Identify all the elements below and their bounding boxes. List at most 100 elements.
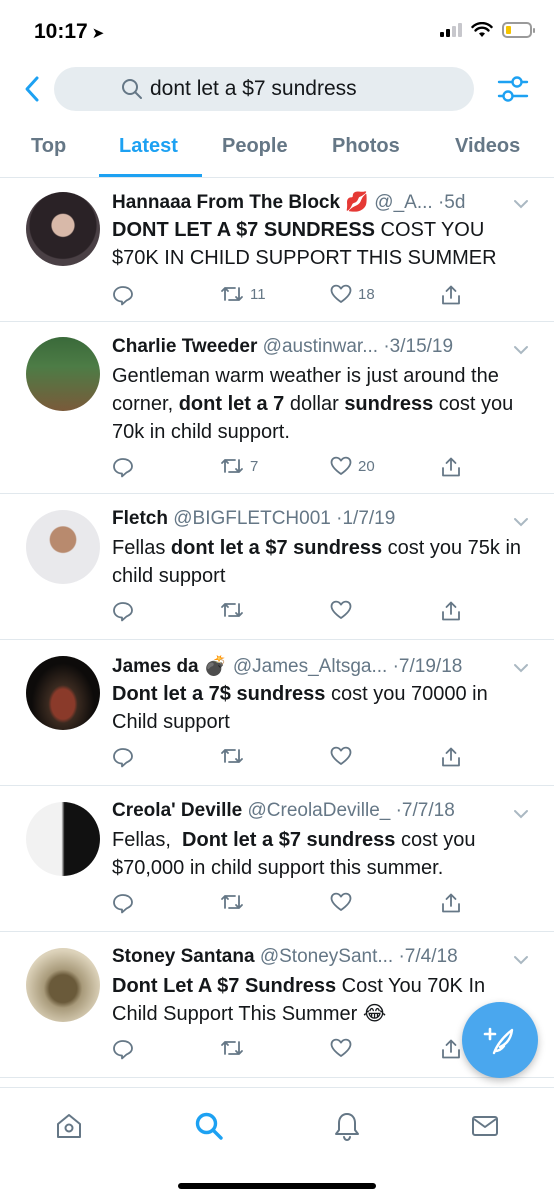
share-button[interactable] bbox=[440, 600, 462, 622]
retweet-button[interactable] bbox=[220, 1038, 250, 1058]
author-handle[interactable]: @BIGFLETCH001 bbox=[173, 508, 331, 529]
reply-icon bbox=[113, 286, 133, 306]
share-icon bbox=[442, 285, 460, 305]
chevron-down-icon[interactable] bbox=[512, 954, 530, 966]
tweet-text-highlight: sundress bbox=[344, 393, 434, 415]
home-indicator[interactable] bbox=[178, 1183, 376, 1189]
tweet[interactable]: Fletch @BIGFLETCH001 ·1/7/19 Fellas dont… bbox=[0, 494, 554, 640]
tab-people[interactable]: People bbox=[222, 135, 288, 158]
avatar[interactable] bbox=[26, 656, 100, 730]
share-button[interactable] bbox=[440, 746, 462, 768]
like-count: 18 bbox=[358, 285, 375, 303]
like-count: 20 bbox=[358, 457, 375, 475]
tab-photos[interactable]: Photos bbox=[332, 135, 400, 158]
share-icon bbox=[442, 893, 460, 913]
like-button[interactable] bbox=[330, 1038, 358, 1058]
tweet[interactable]: Creola' Deville @CreolaDeville_ ·7/7/18 … bbox=[0, 786, 554, 932]
tweet-header: Fletch @BIGFLETCH001 ·1/7/19 bbox=[112, 508, 494, 530]
tweet[interactable]: James da 💣 @James_Altsga... ·7/19/18 Don… bbox=[0, 640, 554, 786]
status-bar: 10:17 ➤ bbox=[0, 0, 554, 62]
status-indicators bbox=[440, 22, 535, 38]
share-button[interactable] bbox=[440, 284, 462, 306]
retweet-button[interactable]: 11 bbox=[220, 284, 266, 304]
notifications-icon bbox=[335, 1113, 359, 1142]
tweet-actions: 11 18 bbox=[110, 284, 470, 314]
tweet-header: Creola' Deville @CreolaDeville_ ·7/7/18 bbox=[112, 800, 494, 822]
reply-button[interactable] bbox=[112, 600, 134, 622]
compose-tweet-button[interactable] bbox=[462, 1002, 538, 1078]
tweet-date: ·7/4/18 bbox=[398, 946, 458, 967]
active-tab-indicator bbox=[99, 174, 202, 177]
tab-latest[interactable]: Latest bbox=[119, 135, 178, 158]
filter-button[interactable] bbox=[496, 72, 530, 106]
nav-home[interactable] bbox=[49, 1106, 89, 1146]
heart-icon bbox=[330, 284, 352, 303]
tweet-actions bbox=[110, 892, 470, 922]
tweet[interactable]: Charlie Tweeder @austinwar... ·3/15/19 G… bbox=[0, 322, 554, 494]
avatar[interactable] bbox=[26, 510, 100, 584]
author-name[interactable]: Stoney Santana bbox=[112, 946, 255, 967]
avatar[interactable] bbox=[26, 337, 100, 411]
retweet-button[interactable] bbox=[220, 600, 250, 620]
nav-notifications[interactable] bbox=[327, 1106, 367, 1146]
author-name[interactable]: Hannaaa From The Block bbox=[112, 192, 340, 213]
like-button[interactable] bbox=[330, 746, 358, 766]
author-handle[interactable]: @CreolaDeville_ bbox=[247, 800, 390, 821]
author-handle[interactable]: @James_Altsga... bbox=[233, 656, 387, 677]
tweet[interactable]: Hannaaa From The Block 💋 @_A... ·5d DONT… bbox=[0, 178, 554, 322]
chevron-down-icon[interactable] bbox=[512, 198, 530, 210]
author-handle[interactable]: @StoneySant... bbox=[260, 946, 393, 967]
retweet-button[interactable] bbox=[220, 892, 250, 912]
chevron-down-icon[interactable] bbox=[512, 808, 530, 820]
retweet-icon bbox=[221, 749, 243, 763]
reply-button[interactable] bbox=[112, 746, 134, 768]
avatar[interactable] bbox=[26, 802, 100, 876]
retweet-button[interactable]: 7 bbox=[220, 456, 258, 476]
reply-button[interactable] bbox=[112, 284, 134, 306]
like-button[interactable] bbox=[330, 892, 358, 912]
tab-videos[interactable]: Videos bbox=[455, 135, 520, 158]
chevron-down-icon[interactable] bbox=[512, 344, 530, 356]
back-button[interactable] bbox=[18, 72, 48, 106]
nav-search[interactable] bbox=[189, 1106, 229, 1146]
tweet-text-highlight: DONT LET A $7 SUNDRESS bbox=[112, 219, 375, 241]
author-name[interactable]: James da bbox=[112, 656, 199, 677]
reply-button[interactable] bbox=[112, 456, 134, 478]
name-emoji: 💋 bbox=[345, 192, 370, 213]
like-button[interactable]: 20 bbox=[330, 456, 375, 476]
tweet-date: ·7/7/18 bbox=[395, 800, 455, 821]
retweet-icon bbox=[221, 287, 243, 301]
tweet-date: ·1/7/19 bbox=[336, 508, 396, 529]
tweet-date: ·5d bbox=[437, 192, 466, 213]
author-handle[interactable]: @austinwar... bbox=[263, 336, 378, 357]
search-input[interactable]: dont let a $7 sundress bbox=[54, 67, 474, 111]
reply-button[interactable] bbox=[112, 1038, 134, 1060]
like-button[interactable]: 18 bbox=[330, 284, 375, 304]
share-icon bbox=[442, 457, 460, 477]
author-handle[interactable]: @_A... bbox=[374, 192, 432, 213]
share-button[interactable] bbox=[440, 456, 462, 478]
author-name[interactable]: Fletch bbox=[112, 508, 168, 529]
chevron-left-icon bbox=[25, 76, 39, 102]
tab-top[interactable]: Top bbox=[31, 135, 66, 158]
reply-icon bbox=[113, 602, 133, 622]
tweet-header: James da 💣 @James_Altsga... ·7/19/18 bbox=[112, 654, 494, 678]
avatar[interactable] bbox=[26, 948, 100, 1022]
heart-icon bbox=[330, 892, 352, 911]
avatar[interactable] bbox=[26, 192, 100, 266]
battery-icon bbox=[502, 22, 535, 38]
like-button[interactable] bbox=[330, 600, 358, 620]
nav-messages[interactable] bbox=[465, 1106, 505, 1146]
tweet-text: Dont let a 7$ sundress cost you 70000 in… bbox=[112, 680, 522, 736]
share-icon bbox=[442, 747, 460, 767]
reply-button[interactable] bbox=[112, 892, 134, 914]
chevron-down-icon[interactable] bbox=[512, 516, 530, 528]
retweet-button[interactable] bbox=[220, 746, 250, 766]
chevron-down-icon[interactable] bbox=[512, 662, 530, 674]
author-name[interactable]: Creola' Deville bbox=[112, 800, 242, 821]
author-name[interactable]: Charlie Tweeder bbox=[112, 336, 257, 357]
tweet-text: Dont Let A $7 Sundress Cost You 70K In C… bbox=[112, 972, 522, 1028]
share-button[interactable] bbox=[440, 1038, 462, 1060]
share-button[interactable] bbox=[440, 892, 462, 914]
tweet-text-highlight: Dont let a $7 sundress bbox=[182, 829, 396, 851]
